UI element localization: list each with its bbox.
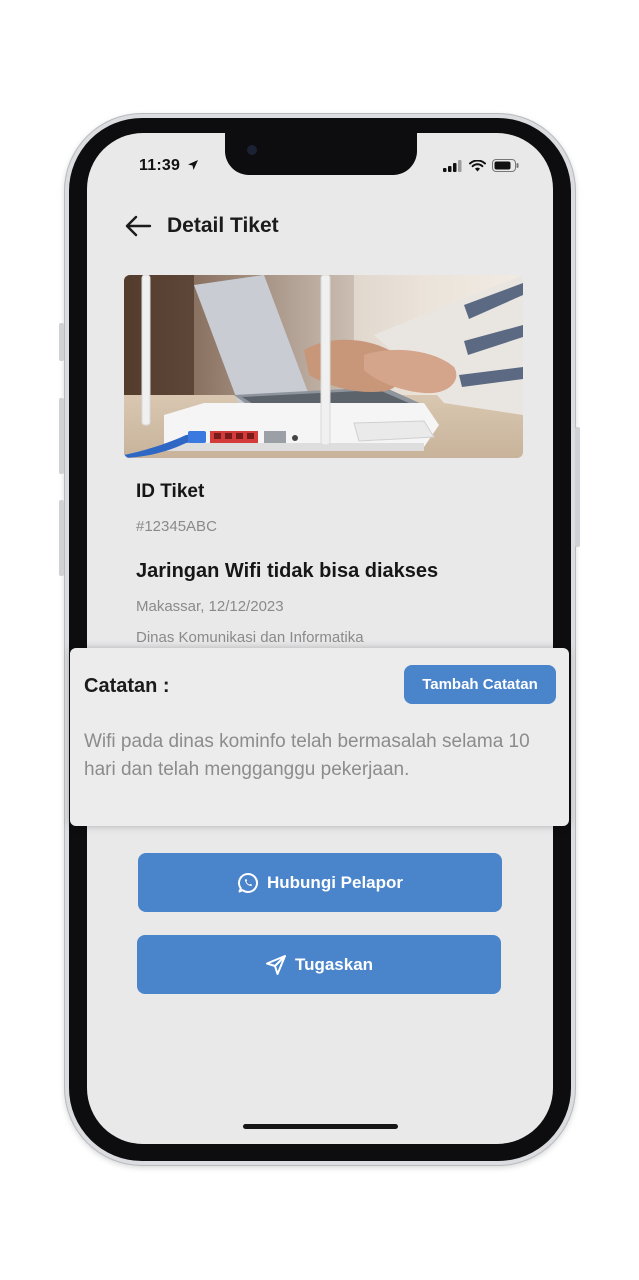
router-photo-illustration [124, 275, 523, 458]
notes-text: Wifi pada dinas kominfo telah bermasalah… [84, 731, 530, 780]
whatsapp-icon [238, 872, 258, 893]
notes-label: Catatan : [84, 675, 170, 697]
ticket-id-label: ID Tiket [136, 481, 205, 502]
volume-down-button [59, 500, 64, 576]
add-note-button[interactable]: Tambah Catatan [404, 665, 556, 704]
wifi-icon [469, 159, 486, 171]
phone-screen: 11:39 Detail Tiket ID Tiket #12345ABC Ja… [87, 133, 553, 1144]
wifi-router-photo [124, 275, 523, 458]
status-icons [443, 159, 519, 172]
ticket-id-value: #12345ABC [136, 518, 217, 535]
notch [225, 133, 417, 175]
cellular-signal-icon [443, 159, 462, 172]
battery-icon [492, 159, 519, 172]
notes-card: Catatan : Tambah Catatan Wifi pada dinas… [70, 648, 569, 826]
status-time: 11:39 [139, 157, 199, 175]
volume-up-button [59, 398, 64, 474]
ticket-location-date: Makassar, 12/12/2023 [136, 598, 284, 615]
ticket-issue-title: Jaringan Wifi tidak bisa diakses [136, 560, 439, 582]
ticket-department: Dinas Komunikasi dan Informatika [136, 629, 364, 646]
assign-label: Tugaskan [294, 954, 374, 974]
contact-reporter-label: Hubungi Pelapor [267, 872, 403, 892]
page-title: Detail Tiket [167, 214, 279, 237]
arrow-left-icon[interactable] [123, 211, 153, 241]
home-indicator[interactable] [243, 1124, 398, 1129]
status-time-text: 11:39 [139, 157, 181, 174]
send-icon [265, 954, 286, 975]
mute-switch [59, 323, 64, 361]
power-button [575, 427, 580, 547]
contact-reporter-button[interactable]: Hubungi Pelapor [138, 853, 502, 912]
assign-button[interactable]: Tugaskan [137, 935, 501, 994]
page-header: Detail Tiket [123, 211, 279, 241]
location-arrow-icon [187, 160, 198, 170]
